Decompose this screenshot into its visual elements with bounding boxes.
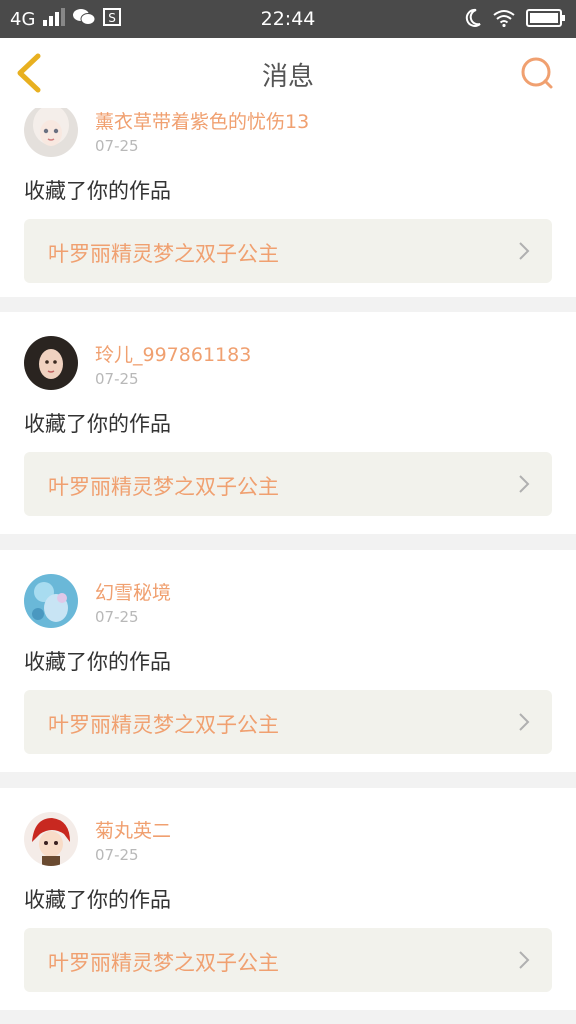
page-title: 消息 (261, 62, 314, 92)
message-card: 玲儿_997861183 07-25 收藏了你的作品 叶罗丽精灵梦之双子公主 (0, 312, 576, 534)
action-text: 收藏了你的作品 (24, 412, 171, 436)
message-card: 菊丸英二 07-25 收藏了你的作品 叶罗丽精灵梦之双子公主 (0, 788, 576, 1010)
status-right (464, 8, 566, 33)
action-text: 收藏了你的作品 (24, 650, 171, 674)
work-title: 叶罗丽精灵梦之双子公主 (48, 242, 279, 266)
search-button[interactable] (518, 54, 558, 94)
chevron-right-icon (518, 474, 530, 494)
message-date: 07-25 (95, 846, 139, 864)
avatar[interactable] (24, 336, 78, 390)
chevron-right-icon (518, 950, 530, 970)
header: 消息 (0, 38, 576, 109)
action-text: 收藏了你的作品 (24, 888, 171, 912)
message-card: 幻雪秘境 07-25 收藏了你的作品 叶罗丽精灵梦之双子公主 (0, 550, 576, 772)
username[interactable]: 菊丸英二 (95, 816, 171, 843)
message-date: 07-25 (95, 370, 139, 388)
username[interactable]: 玲儿_997861183 (95, 340, 251, 367)
work-title: 叶罗丽精灵梦之双子公主 (48, 951, 279, 975)
search-icon (521, 57, 553, 89)
avatar[interactable] (24, 108, 78, 157)
work-link[interactable]: 叶罗丽精灵梦之双子公主 (24, 219, 552, 283)
work-link[interactable]: 叶罗丽精灵梦之双子公主 (24, 690, 552, 754)
work-link[interactable]: 叶罗丽精灵梦之双子公主 (24, 452, 552, 516)
message-date: 07-25 (95, 137, 139, 155)
chevron-right-icon (518, 241, 530, 261)
work-title: 叶罗丽精灵梦之双子公主 (48, 713, 279, 737)
message-card: 薰衣草带着紫色的忧伤13 07-25 收藏了你的作品 叶罗丽精灵梦之双子公主 (0, 108, 576, 297)
moon-icon (464, 8, 482, 33)
avatar[interactable] (24, 812, 78, 866)
battery-icon (526, 9, 566, 32)
status-bar: 4G S 22:44 (0, 0, 576, 38)
message-date: 07-25 (95, 608, 139, 626)
username[interactable]: 幻雪秘境 (95, 578, 171, 605)
avatar[interactable] (24, 574, 78, 628)
message-list[interactable]: 薰衣草带着紫色的忧伤13 07-25 收藏了你的作品 叶罗丽精灵梦之双子公主 玲… (0, 108, 576, 1024)
work-title: 叶罗丽精灵梦之双子公主 (48, 475, 279, 499)
username[interactable]: 薰衣草带着紫色的忧伤13 (95, 108, 309, 134)
action-text: 收藏了你的作品 (24, 179, 171, 203)
chevron-right-icon (518, 712, 530, 732)
work-link[interactable]: 叶罗丽精灵梦之双子公主 (24, 928, 552, 992)
wifi-icon (492, 9, 516, 32)
